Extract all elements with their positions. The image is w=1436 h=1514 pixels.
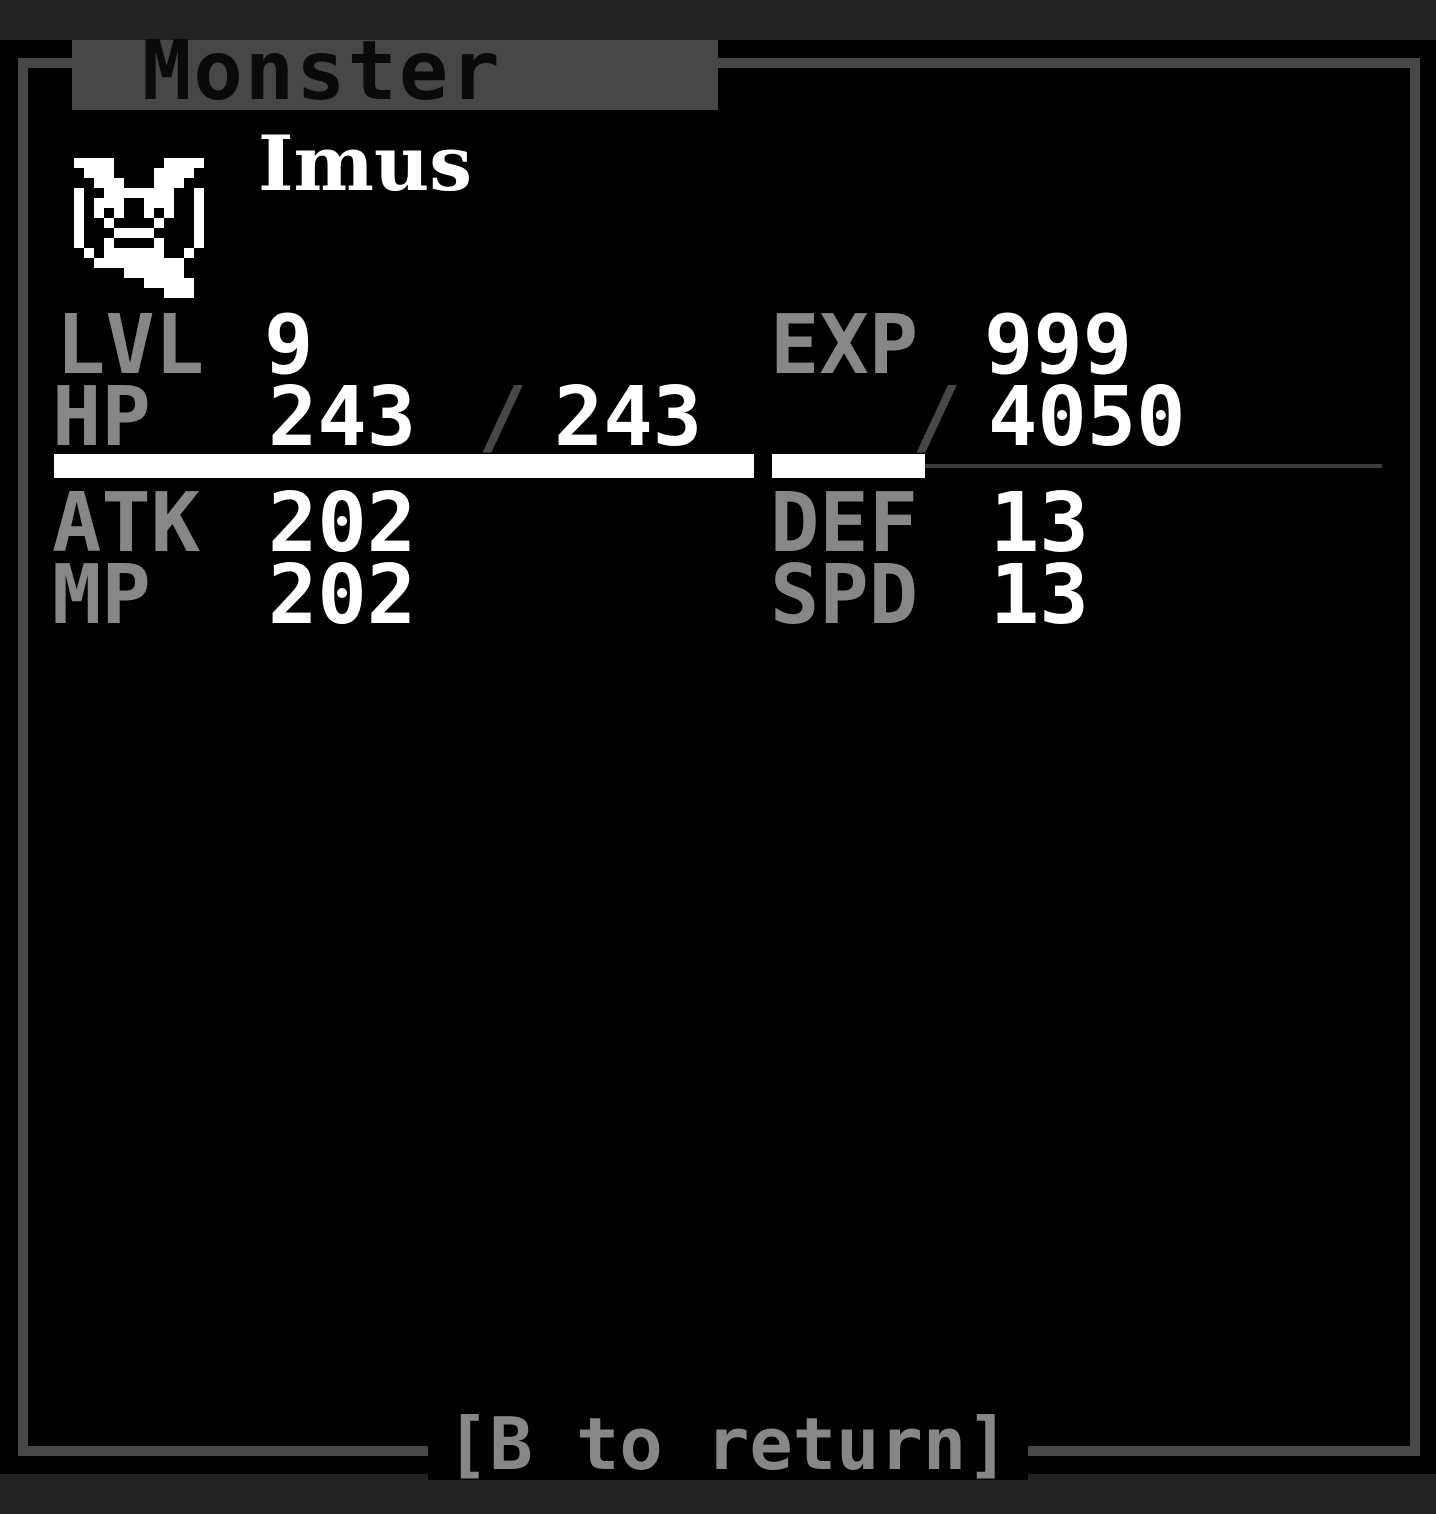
hp-max: 243 [554, 370, 703, 465]
exp-bar-fill [772, 454, 925, 478]
hp-current: 243 [268, 370, 417, 465]
exp-next: 4050 [988, 370, 1186, 465]
hp-bar-fill [54, 454, 754, 478]
spd-label: SPD [770, 548, 919, 643]
return-hint: [B to return] [428, 1408, 1028, 1480]
mp-value: 202 [268, 548, 417, 643]
hp-slash: / [478, 370, 528, 465]
monster-name: Imus [258, 119, 473, 208]
window-frame [18, 58, 1420, 1456]
monster-screen: Monster Imus LVL 9 EXP 999 HP 243 / 243 … [0, 31, 1436, 1480]
hp-label: HP [52, 370, 151, 465]
exp-slash: / [912, 370, 962, 465]
window-title: Monster [142, 24, 502, 119]
exp-label: EXP [770, 298, 919, 393]
spd-value: 13 [990, 548, 1089, 643]
mp-label: MP [52, 548, 151, 643]
